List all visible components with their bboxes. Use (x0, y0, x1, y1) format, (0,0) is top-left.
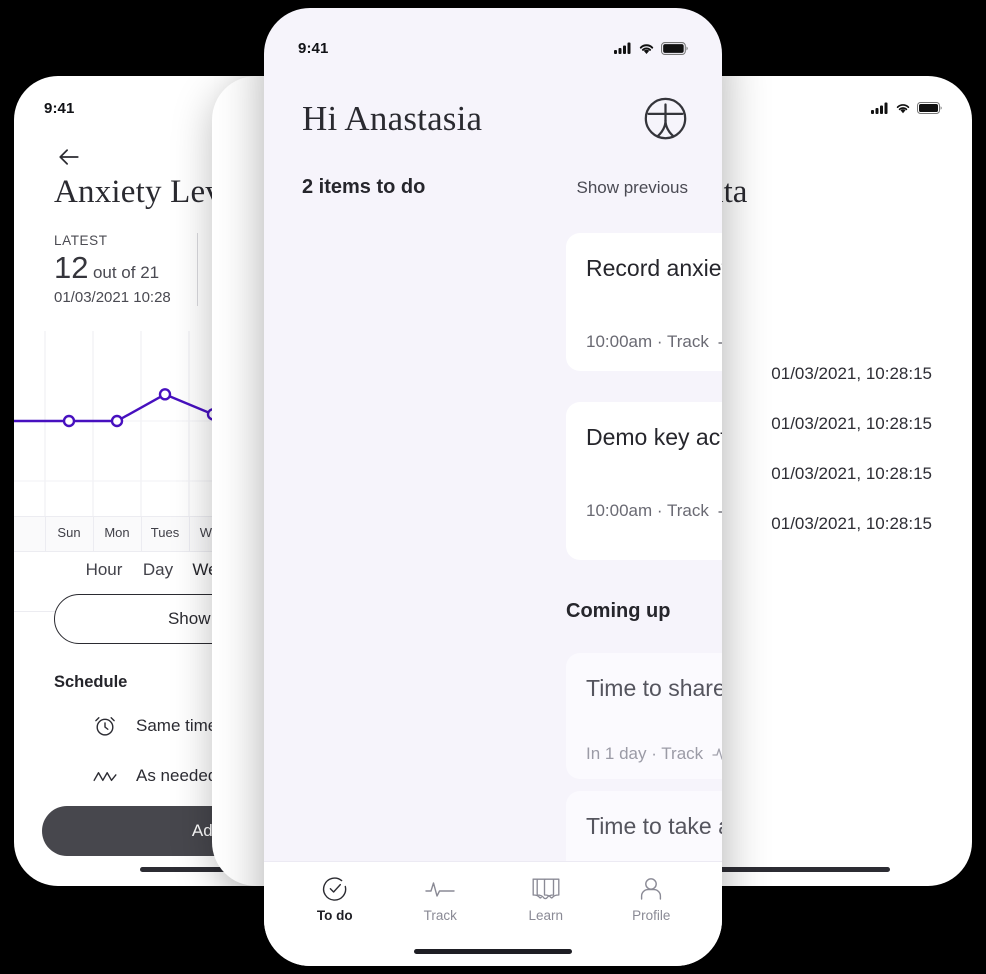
x-axis-tick: Sun (57, 525, 81, 540)
status-icons (614, 41, 688, 55)
greeting-title: Hi Anastasia (302, 98, 483, 138)
status-icons (871, 102, 942, 114)
x-axis-separator (141, 517, 142, 551)
data-row[interactable]: 01/03/2021, 10:28:15 (771, 364, 932, 384)
book-icon (532, 876, 560, 902)
tab-to-do[interactable]: To do (292, 876, 378, 923)
range-tab-label: Hour (85, 560, 123, 579)
battery-icon (917, 102, 942, 114)
card-title: Demo key action (586, 424, 722, 450)
tab-label: To do (316, 908, 353, 923)
card-meta-text: 10:00am · Track (586, 501, 709, 520)
range-tab-day[interactable]: Day (143, 560, 173, 580)
alarm-clock-icon (95, 717, 115, 736)
person-icon (638, 876, 664, 902)
schedule-item-label: As needed (136, 766, 218, 785)
x-axis-tick: Mon (104, 525, 130, 540)
tab-track[interactable]: Track (397, 876, 483, 923)
front-header: Hi Anastasia (302, 96, 688, 141)
card-title: Time to share any symptoms (586, 675, 722, 701)
data-row[interactable]: 01/03/2021, 10:28:15 (771, 414, 932, 434)
card-header: Time to take a photo (586, 813, 722, 840)
card-meta: 10:00am · Track (586, 501, 722, 521)
x-axis-separator (189, 517, 190, 551)
pulse-icon (718, 511, 722, 513)
front-phone-screen: 9:41 Hi Anastasia 2 items to do Show pre… (264, 8, 722, 966)
tab-profile[interactable]: Profile (608, 876, 694, 923)
stat-unit: out of 21 (92, 263, 160, 282)
front-status-bar: 9:41 (264, 26, 722, 70)
range-tab-hour[interactable]: Hour (86, 560, 123, 580)
back-arrow-icon[interactable] (54, 142, 84, 172)
stat-date: 01/03/2021 10:28 (54, 289, 171, 306)
range-tab-label: Day (142, 560, 174, 579)
card-meta-text: In 1 day · Track (586, 744, 704, 763)
status-time: 9:41 (298, 39, 329, 57)
cellular-signal-icon (871, 102, 888, 114)
pulse-icon (712, 748, 722, 760)
tab-learn[interactable]: Learn (503, 876, 589, 923)
wave-icon (93, 772, 117, 782)
tab-label: Learn (528, 908, 564, 923)
stat-label: LATEST (54, 233, 108, 248)
todo-count-label: 2 items to do (302, 176, 426, 198)
pulse-icon (425, 876, 455, 902)
battery-icon (661, 41, 688, 55)
card-meta-text: 10:00am · Track (586, 332, 709, 351)
bottom-tab-bar: To do Track Learn Profile (264, 861, 722, 966)
todo-card[interactable]: Record anxiety level 10:00am · Track (566, 233, 722, 371)
wifi-icon (639, 43, 654, 54)
todo-card[interactable]: Demo key action 10:00am · Track (566, 402, 722, 560)
pulse-icon (718, 342, 722, 344)
data-row[interactable]: 01/03/2021, 10:28:15 (771, 464, 932, 484)
show-previous-link[interactable]: Show previous (576, 178, 688, 198)
x-axis-separator (93, 517, 94, 551)
schedule-heading: Schedule (54, 673, 128, 691)
status-time: 9:41 (44, 99, 75, 117)
data-row[interactable]: 01/03/2021, 10:28:15 (771, 514, 932, 534)
x-axis-tick: Tues (150, 525, 180, 540)
stat-latest: LATEST 12 out of 21 01/03/2021 10:28 (54, 233, 197, 306)
todo-subheader: 2 items to do Show previous (302, 176, 688, 199)
check-circle-icon (322, 876, 348, 902)
stat-value: 12 out of 21 (54, 250, 171, 286)
card-title: Time to take a photo (586, 813, 722, 839)
cellular-signal-icon (614, 42, 631, 54)
card-meta: 10:00am · Track (586, 332, 722, 352)
card-title: Record anxiety level (586, 255, 722, 281)
wifi-icon (896, 104, 910, 114)
card-meta: In 1 day · Track (586, 744, 722, 764)
card-header: Record anxiety level (586, 255, 722, 282)
coming-up-card[interactable]: Time to share any symptoms In 1 day · Tr… (566, 653, 722, 779)
app-logo-icon[interactable] (643, 96, 688, 141)
card-header: Time to share any symptoms (586, 675, 722, 702)
schedule-item-as-needed[interactable]: As needed (92, 763, 217, 789)
tab-items: To do Track Learn Profile (264, 862, 722, 923)
stat-number: 12 (54, 250, 89, 285)
tab-label: Track (423, 908, 457, 923)
card-header: Demo key action (586, 424, 722, 451)
coming-up-heading: Coming up (566, 600, 671, 622)
home-indicator (414, 949, 572, 954)
front-phone-frame: 9:41 Hi Anastasia 2 items to do Show pre… (264, 8, 722, 966)
tab-label: Profile (632, 908, 671, 923)
x-axis-separator (45, 517, 46, 551)
